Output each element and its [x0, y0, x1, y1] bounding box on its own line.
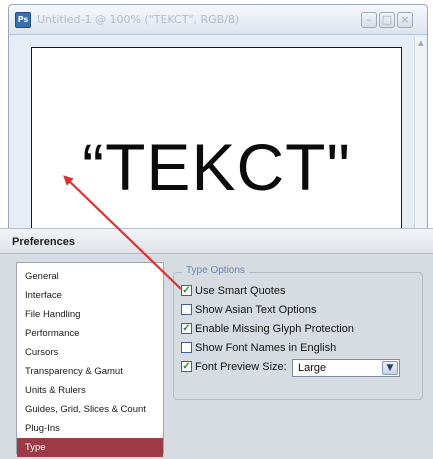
document-title: Untitled-1 @ 100% ("TEKCT", RGB/8) — [37, 13, 240, 26]
category-file-handling[interactable]: File Handling — [17, 305, 163, 324]
chevron-down-icon[interactable]: ▼ — [382, 361, 398, 375]
category-transparency-gamut[interactable]: Transparency & Gamut — [17, 362, 163, 381]
category-type[interactable]: Type — [17, 438, 163, 457]
enable-missing-glyph-protection-checkbox[interactable]: ✓ — [181, 322, 192, 334]
category-units-rulers[interactable]: Units & Rulers — [17, 381, 163, 400]
type-options-title: Type Options — [182, 265, 249, 276]
enable-missing-glyph-protection-option[interactable]: ✓ Enable Missing Glyph Protection — [181, 322, 354, 338]
preferences-dialog: Preferences General Interface File Handl… — [0, 228, 433, 459]
category-interface[interactable]: Interface — [17, 286, 163, 305]
font-preview-size-select[interactable]: Large ▼ — [292, 359, 400, 377]
font-preview-size-label: Font Preview Size: — [195, 361, 287, 373]
enable-missing-glyph-protection-label: Enable Missing Glyph Protection — [195, 323, 354, 335]
preferences-category-list: General Interface File Handling Performa… — [16, 262, 164, 457]
category-plug-ins[interactable]: Plug-Ins — [17, 419, 163, 438]
vertical-scrollbar[interactable]: ▲ — [414, 37, 426, 237]
preferences-titlebar[interactable]: Preferences — [0, 228, 433, 254]
photoshop-app-icon: Ps — [15, 12, 31, 28]
use-smart-quotes-checkbox[interactable]: ✓ — [181, 284, 192, 296]
font-preview-size-value: Large — [298, 362, 327, 374]
category-general[interactable]: General — [17, 267, 163, 286]
category-performance[interactable]: Performance — [17, 324, 163, 343]
document-window: Ps Untitled-1 @ 100% ("TEKCT", RGB/8) – … — [8, 4, 428, 240]
close-icon[interactable]: × — [397, 12, 413, 28]
canvas-text-layer: “TEKCT" — [82, 130, 351, 204]
minimize-icon[interactable]: – — [361, 12, 377, 28]
font-preview-size-option[interactable]: ✓ Font Preview Size: — [181, 360, 287, 376]
show-asian-text-options-checkbox[interactable] — [181, 303, 192, 315]
scroll-up-arrow-icon[interactable]: ▲ — [417, 39, 425, 47]
use-smart-quotes-option[interactable]: ✓ Use Smart Quotes — [181, 284, 285, 300]
show-font-names-in-english-option[interactable]: Show Font Names in English — [181, 341, 336, 357]
document-titlebar[interactable]: Ps Untitled-1 @ 100% ("TEKCT", RGB/8) – … — [9, 5, 427, 35]
preferences-title: Preferences — [12, 236, 75, 248]
show-asian-text-options-option[interactable]: Show Asian Text Options — [181, 303, 316, 319]
maximize-icon[interactable]: □ — [379, 12, 395, 28]
show-asian-text-options-label: Show Asian Text Options — [195, 304, 317, 316]
document-canvas[interactable]: “TEKCT" — [31, 47, 402, 239]
show-font-names-in-english-checkbox[interactable] — [181, 341, 192, 353]
font-preview-size-checkbox[interactable]: ✓ — [181, 360, 192, 372]
type-options-group: Type Options ✓ Use Smart Quotes Show Asia… — [173, 265, 423, 400]
show-font-names-in-english-label: Show Font Names in English — [195, 342, 337, 354]
use-smart-quotes-label: Use Smart Quotes — [195, 285, 286, 297]
category-cursors[interactable]: Cursors — [17, 343, 163, 362]
category-guides-grid-slices[interactable]: Guides, Grid, Slices & Count — [17, 400, 163, 419]
